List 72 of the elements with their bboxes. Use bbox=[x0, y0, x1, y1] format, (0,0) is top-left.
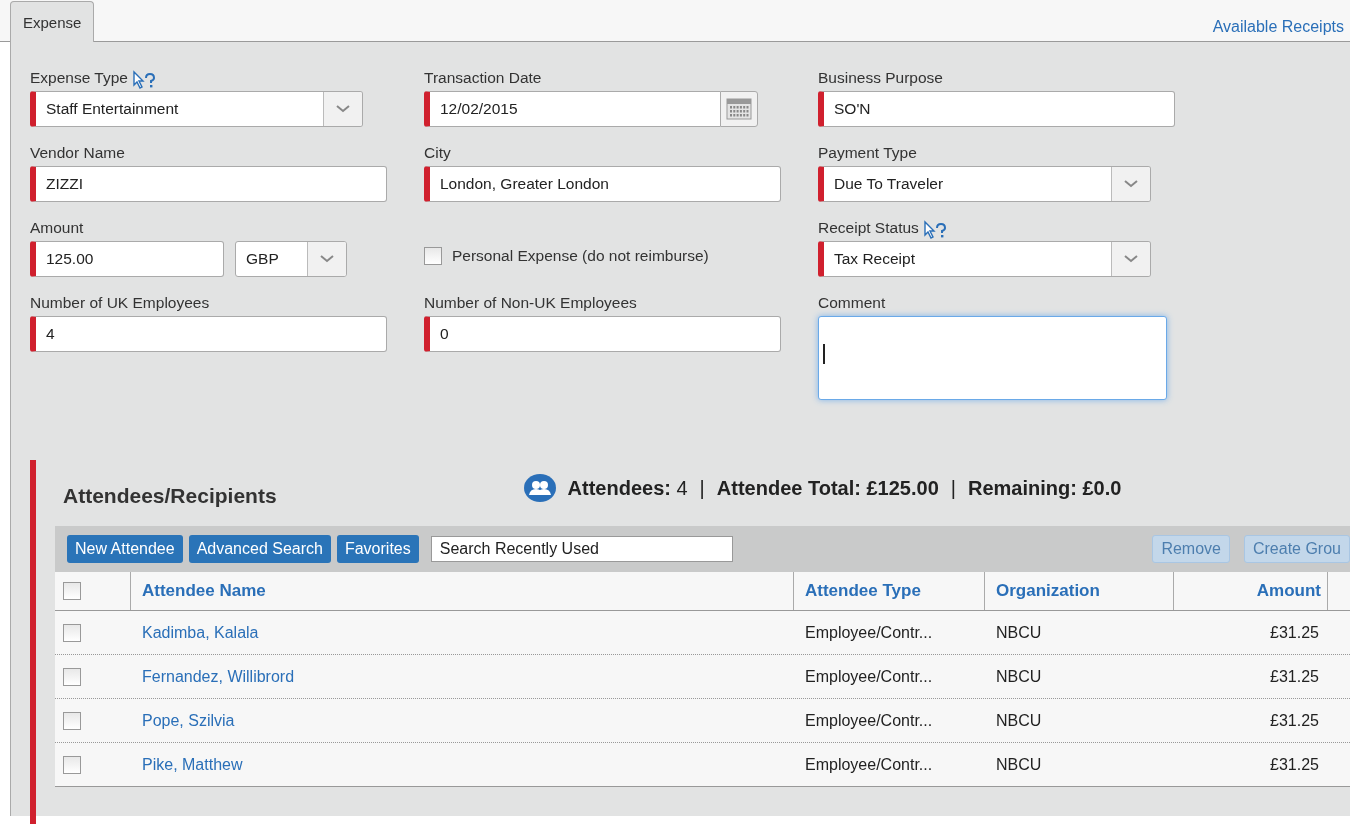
column-header[interactable]: Organization bbox=[996, 581, 1100, 601]
table-cell: Employee/Contr... bbox=[805, 623, 933, 642]
input-field[interactable]: 0 bbox=[424, 316, 781, 352]
amount-field[interactable]: 125.00 bbox=[30, 241, 224, 277]
calendar-icon bbox=[726, 98, 752, 120]
chevron-down-icon bbox=[320, 255, 334, 263]
table-cell: Employee/Contr... bbox=[805, 711, 933, 730]
input-field[interactable]: 4 bbox=[30, 316, 387, 352]
tab[interactable]: Expense bbox=[10, 1, 95, 42]
summary-text: Remaining: £0.0 bbox=[967, 476, 1122, 500]
chevron-down-icon bbox=[336, 105, 350, 113]
table-cell: £31.25 bbox=[1270, 711, 1319, 730]
section-title: Attendees/Recipients bbox=[63, 484, 277, 508]
chevron-down-icon bbox=[1124, 255, 1138, 263]
table-cell: NBCU bbox=[996, 755, 1042, 774]
table-cell: NBCU bbox=[996, 711, 1042, 730]
date-field[interactable]: 12/02/2015 bbox=[424, 91, 720, 127]
field-label: City bbox=[424, 144, 451, 162]
field-label: Business Purpose bbox=[818, 69, 943, 87]
checkbox[interactable] bbox=[63, 623, 81, 642]
table-cell: Employee/Contr... bbox=[805, 755, 933, 774]
column-header[interactable]: Attendee Type bbox=[805, 581, 921, 601]
input-field[interactable]: SO'N bbox=[818, 91, 1175, 127]
dropdown-field[interactable]: Tax Receipt bbox=[818, 241, 1151, 277]
checkbox[interactable] bbox=[424, 246, 442, 265]
table-cell: £31.25 bbox=[1270, 623, 1319, 642]
dropdown-field[interactable]: Staff Entertainment bbox=[30, 91, 363, 127]
attendee-name-link[interactable]: Pike, Matthew bbox=[142, 755, 243, 774]
separator: | bbox=[699, 476, 705, 500]
field-label: Comment bbox=[818, 294, 886, 312]
dropdown-field[interactable]: Due To Traveler bbox=[818, 166, 1151, 202]
field-label: Receipt Status bbox=[818, 219, 919, 237]
help-cursor-icon[interactable] bbox=[131, 70, 156, 90]
table-cell: NBCU bbox=[996, 667, 1042, 686]
column-header[interactable]: Attendee Name bbox=[142, 581, 266, 601]
checkbox[interactable] bbox=[63, 755, 81, 774]
toolbar-button[interactable]: Favorites bbox=[336, 535, 419, 563]
toolbar-button[interactable]: New Attendee bbox=[67, 535, 183, 563]
attendee-name-link[interactable]: Pope, Szilvia bbox=[142, 711, 235, 730]
field-label: Amount bbox=[30, 219, 84, 237]
summary-text: Attendee Total: £125.00 bbox=[716, 476, 939, 500]
field-label: Number of UK Employees bbox=[30, 294, 210, 312]
attendee-name-link[interactable]: Fernandez, Willibrord bbox=[142, 667, 295, 686]
checkbox[interactable] bbox=[63, 582, 81, 600]
currency-dropdown[interactable]: GBP bbox=[235, 241, 347, 277]
available-receipts-link[interactable]: Available Receipts bbox=[1212, 18, 1344, 41]
field-label: Transaction Date bbox=[424, 69, 542, 87]
help-cursor-icon[interactable] bbox=[922, 220, 947, 240]
separator: | bbox=[950, 476, 956, 500]
people-icon bbox=[523, 474, 556, 502]
comment-field[interactable] bbox=[818, 316, 1167, 400]
search-field[interactable]: Search Recently Used bbox=[430, 536, 733, 562]
toolbar-button[interactable]: Advanced Search bbox=[188, 535, 331, 563]
checkbox-label: Personal Expense (do not reimburse) bbox=[452, 246, 709, 265]
table-cell: £31.25 bbox=[1270, 667, 1319, 686]
checkbox[interactable] bbox=[63, 667, 81, 686]
table-cell: NBCU bbox=[996, 623, 1042, 642]
text-cursor bbox=[823, 344, 825, 364]
summary-text: Attendees: 4 bbox=[567, 476, 688, 500]
calendar-button[interactable] bbox=[720, 91, 758, 127]
checkbox[interactable] bbox=[63, 711, 81, 730]
field-label: Vendor Name bbox=[30, 144, 125, 162]
field-label: Payment Type bbox=[818, 144, 917, 162]
chevron-down-icon bbox=[1124, 180, 1138, 188]
field-label: Number of Non-UK Employees bbox=[424, 294, 637, 312]
field-label: Expense Type bbox=[30, 69, 128, 87]
attendee-name-link[interactable]: Kadimba, Kalala bbox=[142, 623, 259, 642]
table-cell: £31.25 bbox=[1270, 755, 1319, 774]
table-cell: Employee/Contr... bbox=[805, 667, 933, 686]
input-field[interactable]: ZIZZI bbox=[30, 166, 387, 202]
input-field[interactable]: London, Greater London bbox=[424, 166, 781, 202]
column-header[interactable]: Amount bbox=[1256, 581, 1321, 601]
